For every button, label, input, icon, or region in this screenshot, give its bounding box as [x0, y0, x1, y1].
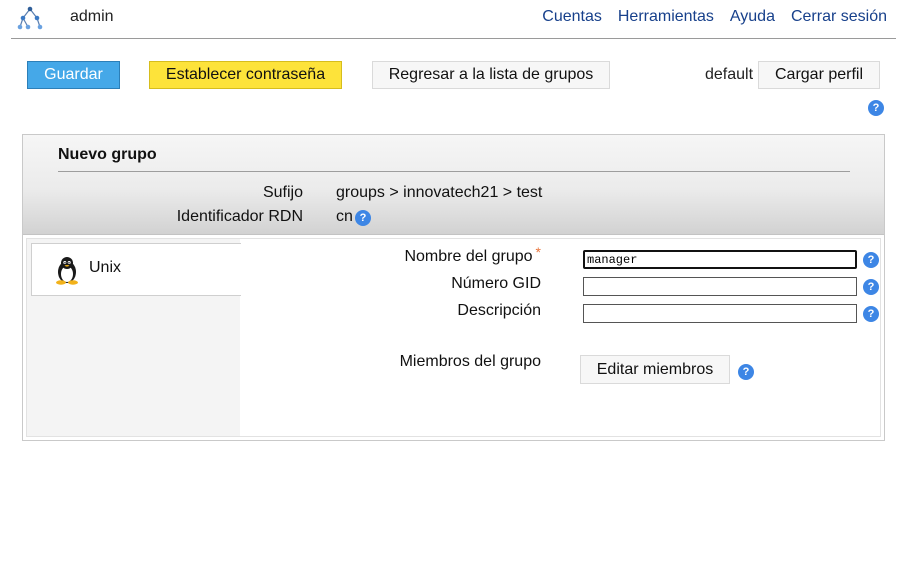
save-button[interactable]: Guardar	[27, 61, 120, 89]
suffix-value: groups > innovatech21 > test	[336, 184, 543, 201]
nav-link-tools[interactable]: Herramientas	[618, 8, 714, 26]
nav-link-logout[interactable]: Cerrar sesión	[791, 8, 887, 26]
gid-label: Número GID	[451, 275, 541, 292]
profile-help-icon[interactable]: ?	[868, 100, 884, 116]
panel-title-divider	[58, 171, 850, 172]
nav-link-help[interactable]: Ayuda	[730, 8, 775, 26]
group-name-label-text: Nombre del grupo	[404, 248, 533, 265]
gid-help-icon[interactable]: ?	[863, 279, 879, 295]
app-logo-icon[interactable]	[17, 6, 43, 30]
nav-link-accounts[interactable]: Cuentas	[542, 8, 602, 26]
edit-members-button[interactable]: Editar miembros	[580, 355, 730, 384]
module-area: Unix Nombre del grupo* ? Número GID ? De…	[26, 238, 881, 437]
group-name-input[interactable]	[583, 250, 857, 269]
members-label: Miembros del grupo	[399, 353, 541, 370]
set-password-button[interactable]: Establecer contraseña	[149, 61, 342, 89]
description-label: Descripción	[457, 302, 541, 319]
top-nav: Cuentas Herramientas Ayuda Cerrar sesión	[526, 8, 887, 26]
rdn-help-icon[interactable]: ?	[355, 210, 371, 226]
header-divider	[11, 38, 896, 39]
tab-unix[interactable]: Unix	[31, 243, 241, 296]
rdn-value: cn	[336, 208, 353, 225]
panel-title: Nuevo grupo	[58, 146, 157, 163]
group-name-label: Nombre del grupo *	[321, 244, 541, 266]
back-to-groups-button[interactable]: Regresar a la lista de grupos	[372, 61, 610, 89]
top-bar: admin Cuentas Herramientas Ayuda Cerrar …	[0, 0, 902, 38]
profile-name: default	[705, 66, 754, 83]
panel-header: Nuevo grupo Sufijo groups > innovatech21…	[23, 135, 884, 235]
tux-icon	[56, 257, 78, 285]
group-name-help-icon[interactable]: ?	[863, 252, 879, 268]
members-help-icon[interactable]: ?	[738, 364, 754, 380]
current-user: admin	[70, 8, 114, 25]
suffix-label: Sufijo	[262, 184, 303, 201]
description-help-icon[interactable]: ?	[863, 306, 879, 322]
rdn-label: Identificador RDN	[176, 208, 303, 225]
group-panel: Nuevo grupo Sufijo groups > innovatech21…	[22, 134, 885, 441]
gid-input[interactable]	[583, 277, 857, 296]
description-input[interactable]	[583, 304, 857, 323]
tab-unix-label: Unix	[89, 259, 122, 276]
required-marker: *	[535, 244, 541, 260]
load-profile-button[interactable]: Cargar perfil	[758, 61, 880, 89]
